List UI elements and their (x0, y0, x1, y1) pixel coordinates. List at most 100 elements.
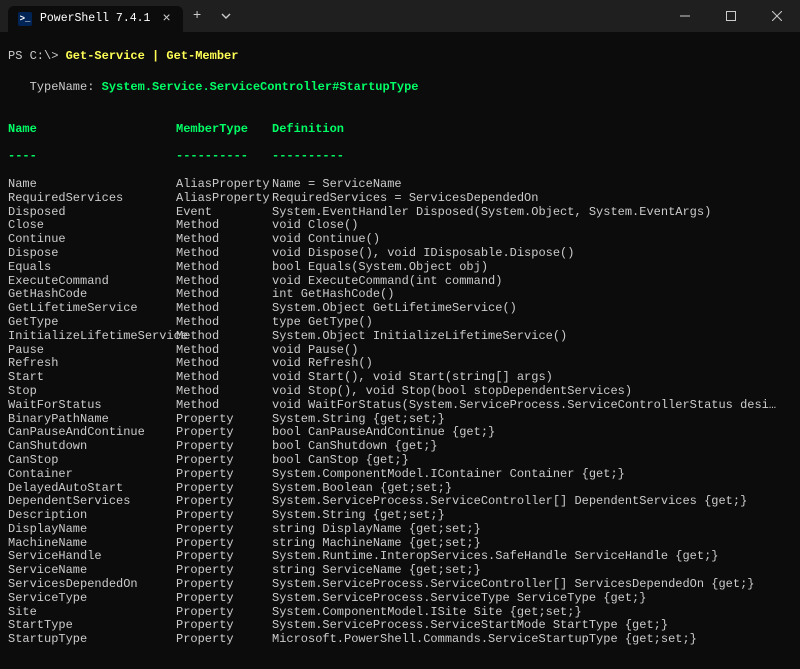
cell-name: WaitForStatus (8, 399, 176, 413)
table-row: ServiceHandlePropertySystem.Runtime.Inte… (8, 550, 792, 564)
cell-name: Continue (8, 233, 176, 247)
cell-membertype: Method (176, 302, 272, 316)
table-row: StartMethodvoid Start(), void Start(stri… (8, 371, 792, 385)
table-row: GetTypeMethodtype GetType() (8, 316, 792, 330)
cell-definition: Microsoft.PowerShell.Commands.ServiceSta… (272, 633, 782, 647)
cell-name: Close (8, 219, 176, 233)
cell-name: Disposed (8, 206, 176, 220)
cell-definition: bool CanPauseAndContinue {get;} (272, 426, 782, 440)
cell-name: Refresh (8, 357, 176, 371)
header-name: Name (8, 123, 176, 137)
cell-definition: void Pause() (272, 344, 782, 358)
close-icon (772, 11, 782, 21)
cell-name: CanShutdown (8, 440, 176, 454)
typename-value: System.Service.ServiceController#Startup… (102, 80, 419, 94)
cell-definition: System.Runtime.InteropServices.SafeHandl… (272, 550, 782, 564)
titlebar: >_ PowerShell 7.4.1 × + (0, 0, 800, 32)
minimize-button[interactable] (662, 0, 708, 32)
maximize-button[interactable] (708, 0, 754, 32)
cell-membertype: Method (176, 385, 272, 399)
table-row: StartTypePropertySystem.ServiceProcess.S… (8, 619, 792, 633)
typename-label: TypeName: (8, 80, 102, 94)
cell-membertype: Method (176, 247, 272, 261)
cell-name: Container (8, 468, 176, 482)
cell-membertype: Method (176, 357, 272, 371)
cell-name: Start (8, 371, 176, 385)
table-row: CanPauseAndContinuePropertybool CanPause… (8, 426, 792, 440)
cell-membertype: Property (176, 564, 272, 578)
cell-name: Equals (8, 261, 176, 275)
cell-membertype: Property (176, 619, 272, 633)
new-tab-button[interactable]: + (183, 0, 211, 32)
titlebar-drag-area[interactable] (241, 0, 662, 32)
cell-name: GetLifetimeService (8, 302, 176, 316)
cell-membertype: Property (176, 633, 272, 647)
table-row: RefreshMethodvoid Refresh() (8, 357, 792, 371)
cell-definition: string MachineName {get;set;} (272, 537, 782, 551)
cell-membertype: Method (176, 344, 272, 358)
table-header: NameMemberTypeDefinition (8, 123, 792, 137)
cell-name: RequiredServices (8, 192, 176, 206)
maximize-icon (726, 11, 736, 21)
cell-definition: System.ComponentModel.ISite Site {get;se… (272, 606, 782, 620)
table-row: DisposedEventSystem.EventHandler Dispose… (8, 206, 792, 220)
table-row: DependentServicesPropertySystem.ServiceP… (8, 495, 792, 509)
cell-membertype: Property (176, 523, 272, 537)
table-row: CloseMethodvoid Close() (8, 219, 792, 233)
cell-name: ServiceType (8, 592, 176, 606)
cell-name: DependentServices (8, 495, 176, 509)
cell-definition: System.ComponentModel.IContainer Contain… (272, 468, 782, 482)
cell-name: ExecuteCommand (8, 275, 176, 289)
cell-membertype: Property (176, 606, 272, 620)
cell-definition: System.ServiceProcess.ServiceController[… (272, 578, 782, 592)
cell-membertype: Property (176, 454, 272, 468)
cell-membertype: Method (176, 261, 272, 275)
cell-name: StartupType (8, 633, 176, 647)
cell-name: ServiceName (8, 564, 176, 578)
cell-definition: System.ServiceProcess.ServiceStartMode S… (272, 619, 782, 633)
tab-dropdown-button[interactable] (211, 0, 241, 32)
close-tab-button[interactable]: × (158, 11, 174, 27)
cell-definition: bool Equals(System.Object obj) (272, 261, 782, 275)
cell-membertype: Method (176, 371, 272, 385)
cell-membertype: Method (176, 275, 272, 289)
cell-definition: System.Object InitializeLifetimeService(… (272, 330, 782, 344)
cell-definition: System.Object GetLifetimeService() (272, 302, 782, 316)
chevron-down-icon (221, 11, 231, 21)
table-row: CanStopPropertybool CanStop {get;} (8, 454, 792, 468)
cell-definition: bool CanStop {get;} (272, 454, 782, 468)
cell-membertype: Property (176, 440, 272, 454)
cell-definition: type GetType() (272, 316, 782, 330)
cell-membertype: Property (176, 495, 272, 509)
terminal-tab[interactable]: >_ PowerShell 7.4.1 × (8, 6, 183, 32)
table-row: ExecuteCommandMethodvoid ExecuteCommand(… (8, 275, 792, 289)
cell-definition: System.ServiceProcess.ServiceType Servic… (272, 592, 782, 606)
cell-name: BinaryPathName (8, 413, 176, 427)
table-row: DescriptionPropertySystem.String {get;se… (8, 509, 792, 523)
table-header-divider: ------------------------ (8, 150, 792, 164)
cell-name: StartType (8, 619, 176, 633)
table-row: StartupTypePropertyMicrosoft.PowerShell.… (8, 633, 792, 647)
cell-definition: void WaitForStatus(System.ServiceProcess… (272, 399, 782, 413)
table-row: SitePropertySystem.ComponentModel.ISite … (8, 606, 792, 620)
table-row: WaitForStatusMethodvoid WaitForStatus(Sy… (8, 399, 792, 413)
table-row: ServiceNamePropertystring ServiceName {g… (8, 564, 792, 578)
table-row: GetHashCodeMethodint GetHashCode() (8, 288, 792, 302)
cell-definition: bool CanShutdown {get;} (272, 440, 782, 454)
cell-membertype: AliasProperty (176, 178, 272, 192)
cell-name: MachineName (8, 537, 176, 551)
cell-definition: System.String {get;set;} (272, 413, 782, 427)
cell-definition: Name = ServiceName (272, 178, 782, 192)
table-row: InitializeLifetimeServiceMethodSystem.Ob… (8, 330, 792, 344)
table-row: BinaryPathNamePropertySystem.String {get… (8, 413, 792, 427)
table-row: ServicesDependedOnPropertySystem.Service… (8, 578, 792, 592)
close-button[interactable] (754, 0, 800, 32)
table-row: NameAliasPropertyName = ServiceName (8, 178, 792, 192)
tab-title: PowerShell 7.4.1 (40, 12, 150, 25)
cell-definition: void Stop(), void Stop(bool stopDependen… (272, 385, 782, 399)
terminal-output[interactable]: PS C:\> Get-Service | Get-Member TypeNam… (0, 32, 800, 669)
cell-definition: void Start(), void Start(string[] args) (272, 371, 782, 385)
cell-name: Stop (8, 385, 176, 399)
prompt-command: Get-Service | Get-Member (66, 49, 239, 63)
cell-membertype: Method (176, 330, 272, 344)
